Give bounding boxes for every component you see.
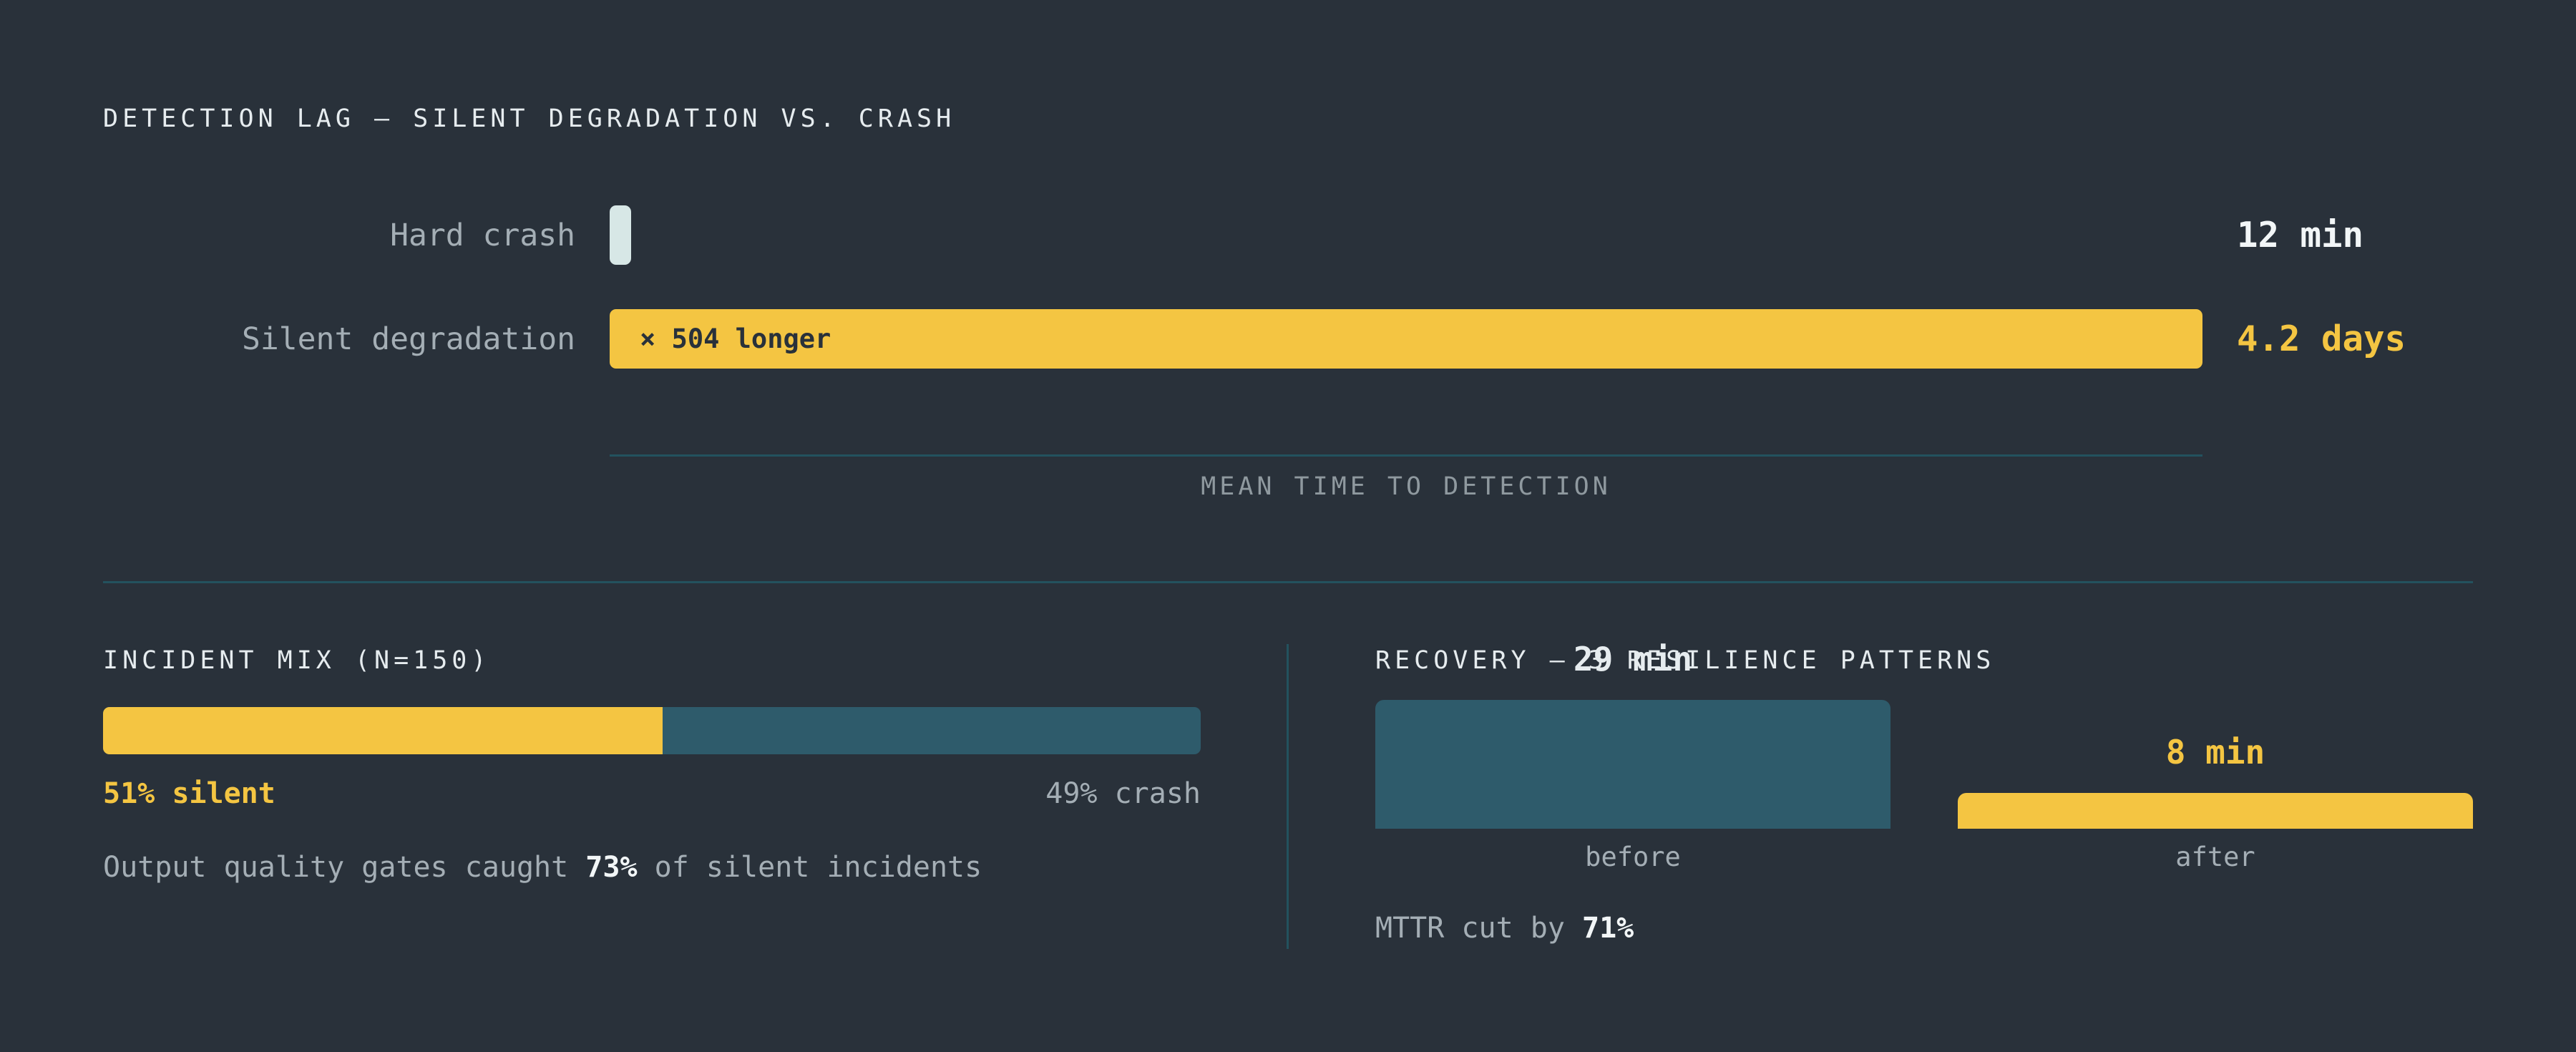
- hard-crash-label: Hard crash: [390, 218, 575, 253]
- detection-chart-title: DETECTION LAG — SILENT DEGRADATION VS. C…: [103, 104, 956, 133]
- silent-degradation-value: 4.2 days: [2237, 318, 2406, 359]
- detection-axis-line: [610, 454, 2202, 457]
- recovery-bar-after: [1958, 793, 2473, 829]
- incident-mix-bar: [103, 707, 1201, 754]
- incident-mix-title: INCIDENT MIX (N=150): [103, 646, 491, 675]
- detection-axis-title: MEAN TIME TO DETECTION: [1201, 472, 1611, 501]
- recovery-value-after: 8 min: [2165, 733, 2265, 772]
- incident-mix-silent-segment: [103, 707, 663, 754]
- silent-degradation-label: Silent degradation: [242, 321, 575, 357]
- hard-crash-bar: [610, 205, 631, 265]
- quality-gates-note: Output quality gates caught 73% of silen…: [103, 851, 982, 884]
- incident-mix-crash-label: 49% crash: [1045, 777, 1201, 810]
- quality-gates-note-prefix: Output quality gates caught: [103, 851, 586, 884]
- incident-mix-silent-label: 51% silent: [103, 777, 275, 810]
- recovery-category-after: after: [2175, 842, 2255, 872]
- ratio-annotation: × 504 longer: [640, 323, 831, 354]
- quality-gates-note-suffix: of silent incidents: [637, 851, 982, 884]
- mttr-note-prefix: MTTR cut by: [1375, 912, 1582, 945]
- mttr-note-value: 71%: [1581, 912, 1634, 945]
- hard-crash-value: 12 min: [2237, 215, 2364, 255]
- detection-lag-infographic: DETECTION LAG — SILENT DEGRADATION VS. C…: [0, 0, 2576, 1052]
- section-divider: [103, 581, 2473, 583]
- recovery-category-before: before: [1585, 842, 1681, 872]
- recovery-value-before: 29 min: [1573, 640, 1693, 678]
- silent-degradation-bar: [610, 309, 2202, 369]
- mttr-note: MTTR cut by 71%: [1375, 912, 1634, 945]
- recovery-bar-before: [1375, 700, 1890, 829]
- quality-gates-note-value: 73%: [585, 851, 638, 884]
- column-divider: [1287, 644, 1289, 949]
